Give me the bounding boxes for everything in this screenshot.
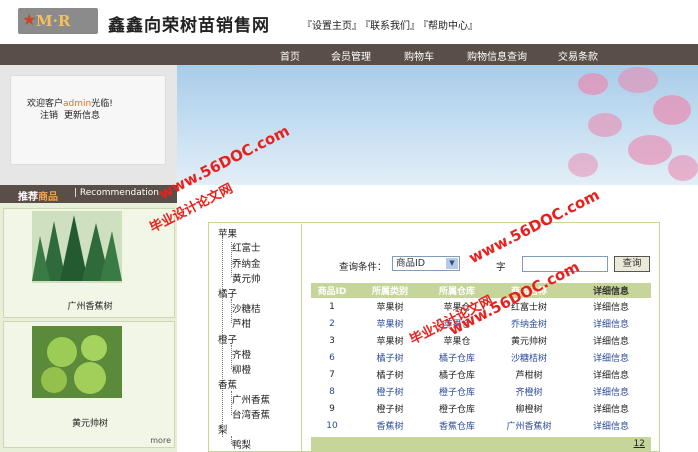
header-links: 『设置主页』 『联系我们』 『帮助中心』 xyxy=(302,17,481,32)
more-link[interactable]: more xyxy=(150,436,171,445)
cell-category: 橙子树 xyxy=(376,388,404,398)
detail-link[interactable]: 详细信息 xyxy=(571,349,651,366)
tree-group-orange[interactable]: 橘子 xyxy=(218,286,237,300)
cell-warehouse: 橘子仓库 xyxy=(438,354,475,364)
cell-category: 橘子树 xyxy=(376,371,404,381)
cell-category: 苹果树 xyxy=(376,303,404,313)
tree-group-banana[interactable]: 香蕉 xyxy=(218,377,237,391)
nav-member-management[interactable]: 会员管理 xyxy=(331,48,371,63)
tree-item-guangzhou-banana[interactable]: 广州香蕉 xyxy=(232,392,270,406)
nav-order-query[interactable]: 购物信息查询 xyxy=(467,48,527,63)
product-name[interactable]: 黄元帅树 xyxy=(4,416,176,429)
banner: 欢迎客户admin光临! 注销 更新信息 xyxy=(0,65,698,185)
tree-item-liu-orange[interactable]: 柳橙 xyxy=(232,362,251,376)
contact-us-link[interactable]: 『联系我们』 xyxy=(365,21,420,32)
query-select-value: 商品ID xyxy=(396,258,426,269)
tree-item-ponkan[interactable]: 芦柑 xyxy=(232,316,251,330)
tree-group-navel[interactable]: 橙子 xyxy=(218,332,237,346)
cell-id: 3 xyxy=(329,335,335,346)
cell-category: 橙子树 xyxy=(376,405,404,415)
cell-name: 沙糖桔树 xyxy=(510,354,547,364)
header-detail: 详细信息 xyxy=(571,283,651,298)
detail-link[interactable]: 详细信息 xyxy=(571,332,651,349)
set-homepage-link[interactable]: 『设置主页』 xyxy=(302,21,362,32)
tree-item-sugar-orange[interactable]: 沙糖桔 xyxy=(232,301,261,315)
main-nav: 首页 会员管理 购物车 购物信息查询 交易条款 xyxy=(0,44,698,65)
detail-link[interactable]: 详细信息 xyxy=(571,366,651,383)
login-area: 欢迎客户admin光临! 注销 更新信息 xyxy=(0,65,177,185)
cell-id: 7 xyxy=(329,369,335,380)
header-id: 商品ID xyxy=(311,283,353,298)
star-icon: ★ xyxy=(22,10,37,29)
help-center-link[interactable]: 『帮助中心』 xyxy=(423,21,478,32)
green-apple-image[interactable] xyxy=(32,326,122,398)
tree-item-golden-delicious[interactable]: 黄元帅 xyxy=(232,271,261,285)
pine-tree-image[interactable] xyxy=(32,211,122,283)
nav-home[interactable]: 首页 xyxy=(280,48,300,63)
nav-trade-terms[interactable]: 交易条款 xyxy=(558,48,598,63)
cell-warehouse: 橘子仓库 xyxy=(438,371,475,381)
cell-name: 广州香蕉树 xyxy=(506,422,552,432)
update-info-link[interactable]: 更新信息 xyxy=(64,111,100,121)
query-field-select[interactable]: 商品ID ▼ xyxy=(392,256,460,271)
table-row: 3 苹果树 苹果仓 黄元帅树 详细信息 xyxy=(311,332,651,349)
blossom-image xyxy=(558,65,698,185)
table-row: 9 橙子树 橙子仓库 柳橙树 详细信息 xyxy=(311,400,651,417)
logo-text: M·R xyxy=(36,12,71,30)
table-row: 6 橘子树 橘子仓库 沙糖桔树 详细信息 xyxy=(311,349,651,366)
logout-link[interactable]: 注销 xyxy=(40,111,58,121)
product-card[interactable]: 黄元帅树 more xyxy=(3,321,175,448)
query-label: 查询条件： xyxy=(339,262,387,273)
cell-name: 乔纳金树 xyxy=(510,320,547,330)
table-row: 7 橘子树 橘子仓库 芦柑树 详细信息 xyxy=(311,366,651,383)
tree-item-ya-pear[interactable]: 鸭梨 xyxy=(232,437,251,451)
cell-name: 柳橙树 xyxy=(515,405,543,415)
site-header: ★ M·R 鑫鑫向荣树苗销售网 『设置主页』 『联系我们』 『帮助中心』 xyxy=(0,0,698,44)
tree-item-red-fuji[interactable]: 红富士 xyxy=(232,240,261,254)
detail-link[interactable]: 详细信息 xyxy=(571,383,651,400)
cell-category: 香蕉树 xyxy=(376,422,404,432)
page-2-link[interactable]: 2 xyxy=(639,439,645,449)
cell-id: 1 xyxy=(329,301,335,312)
recommendation-title: 推荐商品 xyxy=(18,192,58,203)
cell-id: 2 xyxy=(329,318,335,329)
tree-group-pear[interactable]: 梨 xyxy=(218,422,228,436)
detail-link[interactable]: 详细信息 xyxy=(571,400,651,417)
site-title: 鑫鑫向荣树苗销售网 xyxy=(108,16,270,36)
cell-warehouse: 橙子仓库 xyxy=(438,405,475,415)
tree-divider xyxy=(301,224,302,452)
cell-id: 10 xyxy=(326,420,338,431)
detail-link[interactable]: 详细信息 xyxy=(571,417,651,434)
detail-link[interactable]: 详细信息 xyxy=(571,298,651,315)
pagination: 12 xyxy=(311,437,651,451)
cell-name: 芦柑树 xyxy=(515,371,543,381)
table-row: 8 橙子树 橙子仓库 齐橙树 详细信息 xyxy=(311,383,651,400)
query-button[interactable]: 查询 xyxy=(614,256,650,272)
cell-warehouse: 橙子仓库 xyxy=(438,388,475,398)
product-name[interactable]: 广州香蕉树 xyxy=(4,299,176,312)
recommendation-en: | Recommendation xyxy=(74,188,160,198)
detail-link[interactable]: 详细信息 xyxy=(571,315,651,332)
recommendation-bar: 推荐商品 | Recommendation xyxy=(0,185,177,203)
banner-sky-image xyxy=(177,65,698,185)
login-links: 注销 更新信息 xyxy=(40,108,106,121)
tree-item-jonagold[interactable]: 乔纳金 xyxy=(232,256,261,270)
header-category: 所属类别 xyxy=(353,283,427,298)
cell-name: 黄元帅树 xyxy=(510,337,547,347)
chevron-down-icon[interactable]: ▼ xyxy=(446,258,458,269)
table-row: 10 香蕉树 香蕉仓库 广州香蕉树 详细信息 xyxy=(311,417,651,434)
recommended-products: 广州香蕉树 黄元帅树 more xyxy=(0,203,177,452)
cell-id: 9 xyxy=(329,403,335,414)
cell-warehouse: 香蕉仓库 xyxy=(438,422,475,432)
tree-group-apple[interactable]: 苹果 xyxy=(218,226,237,240)
tree-item-taiwan-banana[interactable]: 台湾香蕉 xyxy=(232,407,270,421)
nav-cart[interactable]: 购物车 xyxy=(404,48,434,63)
cell-id: 8 xyxy=(329,386,335,397)
site-logo[interactable]: ★ M·R xyxy=(18,8,98,34)
keyword-label: 字 xyxy=(496,262,506,273)
cell-category: 橘子树 xyxy=(376,354,404,364)
cell-id: 6 xyxy=(329,352,335,363)
cell-name: 齐橙树 xyxy=(515,388,543,398)
tree-item-qi-orange[interactable]: 齐橙 xyxy=(232,347,251,361)
